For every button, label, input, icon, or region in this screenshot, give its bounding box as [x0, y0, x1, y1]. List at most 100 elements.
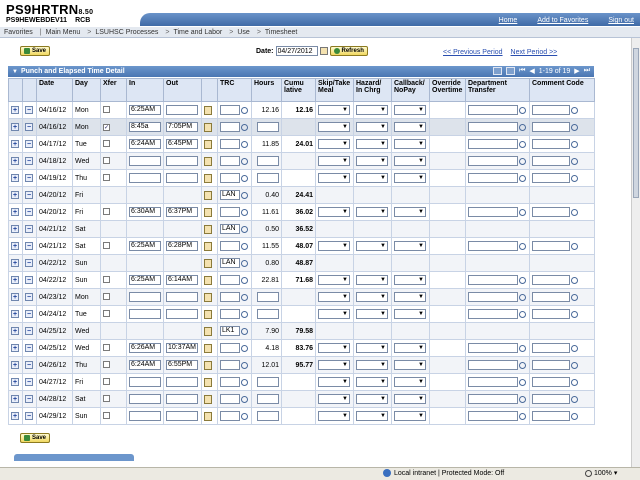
punch-out-input[interactable]: [166, 394, 198, 404]
hazard-in-charge-select[interactable]: ▼: [356, 343, 388, 353]
punch-out-input[interactable]: [166, 411, 198, 421]
hazard-in-charge-select[interactable]: ▼: [356, 105, 388, 115]
search-icon[interactable]: [571, 208, 578, 216]
search-icon[interactable]: [519, 157, 526, 165]
xfer-checkbox[interactable]: [103, 241, 110, 249]
trc-input[interactable]: [220, 411, 240, 421]
comment-code-input[interactable]: [532, 377, 570, 387]
add-row-icon[interactable]: +: [11, 412, 19, 420]
department-transfer-input[interactable]: [468, 309, 518, 319]
punch-out-input[interactable]: [166, 105, 198, 115]
punch-out-input[interactable]: [166, 173, 198, 183]
search-icon[interactable]: [571, 242, 578, 250]
department-transfer-input[interactable]: [468, 292, 518, 302]
search-icon[interactable]: [571, 310, 578, 318]
search-icon[interactable]: [519, 361, 526, 369]
skip-take-meal-select[interactable]: ▼: [318, 173, 350, 183]
hours-input[interactable]: [257, 309, 279, 319]
grid-zoom-icon[interactable]: [493, 67, 503, 75]
punch-out-input[interactable]: 7:05PM: [166, 122, 198, 132]
callback-nopay-select[interactable]: ▼: [394, 122, 426, 132]
department-transfer-input[interactable]: [468, 156, 518, 166]
punch-in-input[interactable]: [129, 309, 161, 319]
callback-nopay-select[interactable]: ▼: [394, 173, 426, 183]
scroll-thumb[interactable]: [633, 48, 639, 198]
search-icon[interactable]: [519, 140, 526, 148]
trc-input[interactable]: [220, 343, 240, 353]
detail-icon[interactable]: [204, 343, 212, 353]
next-icon[interactable]: ▶: [574, 67, 579, 75]
detail-icon[interactable]: [204, 156, 212, 166]
hazard-in-charge-select[interactable]: ▼: [356, 156, 388, 166]
trc-input[interactable]: [220, 394, 240, 404]
callback-nopay-select[interactable]: ▼: [394, 360, 426, 370]
search-icon[interactable]: [241, 276, 248, 284]
add-row-icon[interactable]: +: [11, 361, 19, 369]
detail-icon[interactable]: [204, 173, 212, 183]
delete-row-icon[interactable]: −: [25, 174, 33, 182]
hazard-in-charge-select[interactable]: ▼: [356, 411, 388, 421]
trc-input[interactable]: [220, 360, 240, 370]
detail-icon[interactable]: [204, 326, 212, 336]
trc-input[interactable]: [220, 139, 240, 149]
xfer-checkbox[interactable]: [103, 139, 110, 147]
date-input[interactable]: [275, 46, 318, 56]
search-icon[interactable]: [241, 361, 248, 369]
hours-input[interactable]: [257, 411, 279, 421]
crumb-timesheet[interactable]: Timesheet: [265, 29, 297, 36]
hazard-in-charge-select[interactable]: ▼: [356, 122, 388, 132]
delete-row-icon[interactable]: −: [25, 310, 33, 318]
punch-in-input[interactable]: [129, 411, 161, 421]
sign-out-link[interactable]: Sign out: [608, 17, 634, 24]
add-row-icon[interactable]: +: [11, 293, 19, 301]
callback-nopay-select[interactable]: ▼: [394, 343, 426, 353]
page-scrollbar[interactable]: [631, 38, 640, 468]
hazard-in-charge-select[interactable]: ▼: [356, 139, 388, 149]
search-icon[interactable]: [519, 208, 526, 216]
add-row-icon[interactable]: +: [11, 106, 19, 114]
hazard-in-charge-select[interactable]: ▼: [356, 292, 388, 302]
callback-nopay-select[interactable]: ▼: [394, 275, 426, 285]
trc-input[interactable]: [220, 241, 240, 251]
skip-take-meal-select[interactable]: ▼: [318, 156, 350, 166]
department-transfer-input[interactable]: [468, 122, 518, 132]
punch-in-input[interactable]: 6:30AM: [129, 207, 161, 217]
punch-out-input[interactable]: [166, 377, 198, 387]
delete-row-icon[interactable]: −: [25, 361, 33, 369]
callback-nopay-select[interactable]: ▼: [394, 156, 426, 166]
next-period-link[interactable]: Next Period >>: [511, 49, 558, 56]
xfer-checkbox[interactable]: [103, 275, 110, 283]
detail-icon[interactable]: [204, 394, 212, 404]
detail-icon[interactable]: [204, 139, 212, 149]
comment-code-input[interactable]: [532, 156, 570, 166]
add-row-icon[interactable]: +: [11, 276, 19, 284]
punch-in-input[interactable]: 6:24AM: [129, 360, 161, 370]
add-row-icon[interactable]: +: [11, 123, 19, 131]
delete-row-icon[interactable]: −: [25, 327, 33, 335]
xfer-checkbox[interactable]: [103, 360, 110, 368]
search-icon[interactable]: [241, 344, 248, 352]
skip-take-meal-select[interactable]: ▼: [318, 105, 350, 115]
search-icon[interactable]: [571, 123, 578, 131]
delete-row-icon[interactable]: −: [25, 259, 33, 267]
comment-code-input[interactable]: [532, 207, 570, 217]
callback-nopay-select[interactable]: ▼: [394, 207, 426, 217]
department-transfer-input[interactable]: [468, 173, 518, 183]
add-row-icon[interactable]: +: [11, 157, 19, 165]
detail-icon[interactable]: [204, 224, 212, 234]
department-transfer-input[interactable]: [468, 377, 518, 387]
add-row-icon[interactable]: +: [11, 208, 19, 216]
search-icon[interactable]: [519, 412, 526, 420]
search-icon[interactable]: [571, 412, 578, 420]
punch-in-input[interactable]: 6:24AM: [129, 139, 161, 149]
comment-code-input[interactable]: [532, 292, 570, 302]
skip-take-meal-select[interactable]: ▼: [318, 275, 350, 285]
delete-row-icon[interactable]: −: [25, 191, 33, 199]
punch-out-input[interactable]: 6:45PM: [166, 139, 198, 149]
search-icon[interactable]: [241, 208, 248, 216]
search-icon[interactable]: [241, 191, 248, 199]
trc-input[interactable]: [220, 207, 240, 217]
add-row-icon[interactable]: +: [11, 395, 19, 403]
punch-out-input[interactable]: [166, 292, 198, 302]
trc-input[interactable]: LAN: [220, 190, 240, 200]
